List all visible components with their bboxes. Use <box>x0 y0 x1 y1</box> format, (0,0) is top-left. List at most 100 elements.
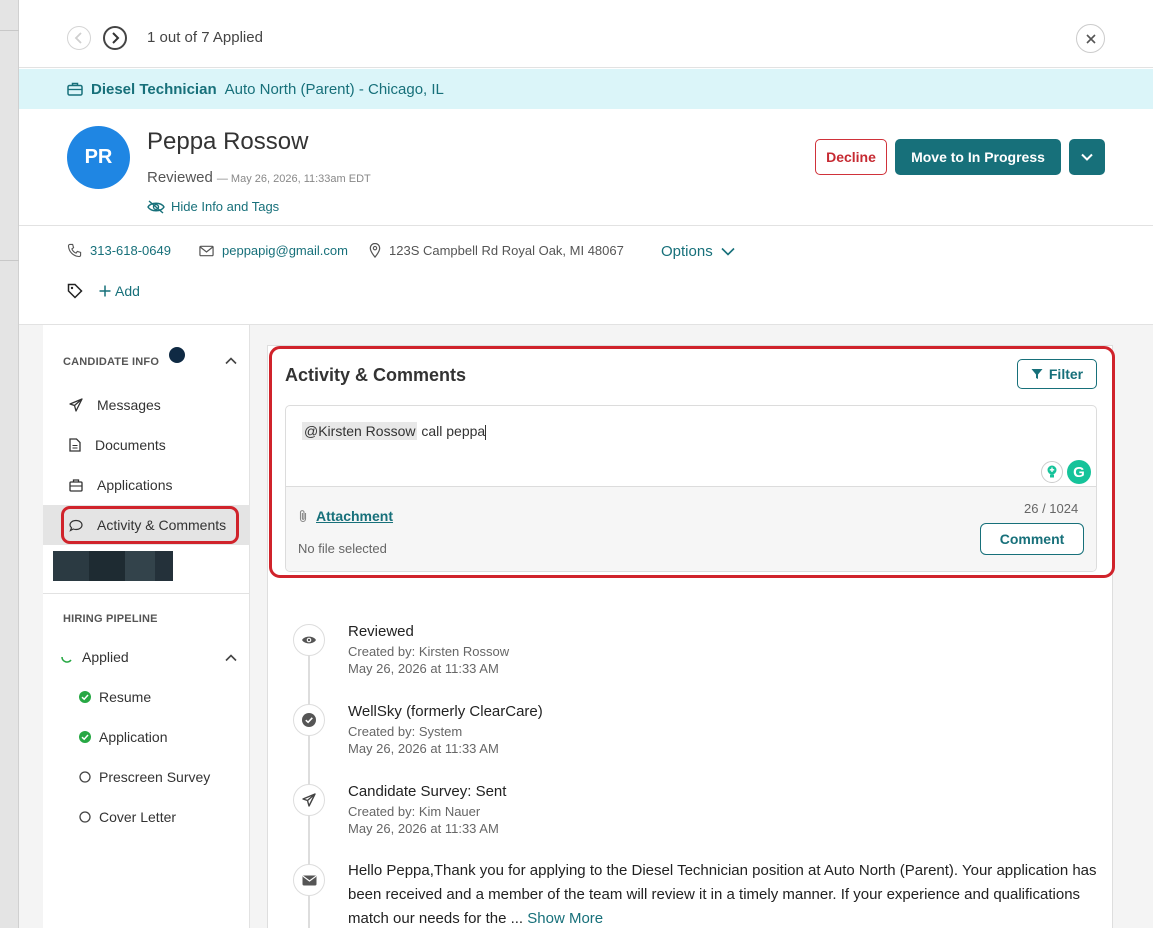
comment-body-text: call peppa <box>417 423 486 439</box>
paper-plane-icon <box>293 784 325 816</box>
comment-submit-button[interactable]: Comment <box>980 523 1084 555</box>
decline-button[interactable]: Decline <box>815 139 887 175</box>
pipeline-step-application[interactable]: Application <box>79 729 168 745</box>
address-text: 123S Campbell Rd Royal Oak, MI 48067 <box>389 243 624 258</box>
candidate-sidebar: CANDIDATE INFO Messages Documents Applic… <box>43 325 250 928</box>
redacted-block <box>53 551 173 581</box>
status-label: Reviewed <box>147 169 213 186</box>
composer-footer: Attachment No file selected 26 / 1024 Co… <box>286 486 1096 571</box>
pipeline-step-label: Application <box>99 729 168 745</box>
pipeline-stage-applied[interactable]: Applied <box>60 649 129 665</box>
entry-title: WellSky (formerly ClearCare) <box>348 703 543 720</box>
candidate-info-heading: CANDIDATE INFO <box>63 356 160 368</box>
previous-candidate-button[interactable] <box>67 26 91 50</box>
entry-date: May 26, 2026 at 11:33 AM <box>348 821 499 836</box>
sidebar-item-label: Activity & Comments <box>97 517 227 533</box>
map-pin-icon <box>369 243 381 258</box>
entry-title: Reviewed <box>348 623 414 640</box>
entry-date: May 26, 2026 at 11:33 AM <box>348 741 499 756</box>
sidebar-item-applications[interactable]: Applications <box>43 465 250 505</box>
sidebar-item-label: Documents <box>95 437 166 453</box>
hide-info-label: Hide Info and Tags <box>171 199 280 214</box>
check-circle-icon <box>79 731 91 743</box>
paper-plane-icon <box>69 398 83 412</box>
close-button[interactable] <box>1076 24 1105 53</box>
grammarly-widget[interactable]: G <box>1041 458 1095 486</box>
candidate-counter: 1 out of 7 Applied <box>147 29 263 46</box>
entry-creator: Created by: Kim Nauer <box>348 804 481 819</box>
check-circle-icon <box>293 704 325 736</box>
eye-slash-icon <box>147 199 165 214</box>
chevron-up-icon[interactable] <box>225 654 237 662</box>
entry-creator: Created by: Kirsten Rossow <box>348 644 510 659</box>
briefcase-icon <box>69 478 83 492</box>
timeline-entry: Candidate Survey: Sent Created by: Kim N… <box>348 783 506 836</box>
hiring-pipeline-heading: HIRING PIPELINE <box>63 613 158 625</box>
comment-input[interactable]: @Kirsten Rossow call peppa <box>302 422 487 440</box>
notification-dot <box>169 347 185 363</box>
move-to-in-progress-button[interactable]: Move to In Progress <box>895 139 1061 175</box>
sidebar-item-documents[interactable]: Documents <box>43 425 250 465</box>
tag-icon <box>67 283 83 299</box>
phone-text: 313-618-0649 <box>90 243 171 258</box>
pipeline-step-label: Resume <box>99 689 152 705</box>
next-candidate-button[interactable] <box>103 26 127 50</box>
filter-icon <box>1031 369 1043 379</box>
mention-tag: @Kirsten Rossow <box>302 422 418 440</box>
sidebar-item-label: Applications <box>97 477 173 493</box>
candidate-status: Reviewed — May 26, 2026, 11:33am EDT <box>147 169 371 186</box>
sidebar-item-activity-comments[interactable]: Activity & Comments <box>43 505 250 545</box>
email-link[interactable]: peppapig@gmail.com <box>199 243 348 258</box>
candidate-body: CANDIDATE INFO Messages Documents Applic… <box>19 325 1153 928</box>
empty-circle-icon <box>79 771 91 783</box>
add-tag-label: Add <box>115 283 140 299</box>
close-icon <box>1085 33 1096 44</box>
no-file-text: No file selected <box>298 541 387 556</box>
email-text: peppapig@gmail.com <box>222 243 348 258</box>
document-icon <box>69 438 81 452</box>
hide-info-toggle[interactable]: Hide Info and Tags <box>147 199 279 214</box>
candidate-name: Peppa Rossow <box>147 128 309 155</box>
job-title-link[interactable]: Diesel Technician <box>91 81 217 98</box>
job-location: Auto North (Parent) - Chicago, IL <box>224 80 444 98</box>
paperclip-icon <box>299 510 307 523</box>
pipeline-step-prescreen-survey[interactable]: Prescreen Survey <box>79 769 210 785</box>
show-more-link[interactable]: Show More <box>527 910 603 927</box>
status-timestamp: — May 26, 2026, 11:33am EDT <box>216 173 371 185</box>
job-banner: Diesel Technician Auto North (Parent) - … <box>19 69 1153 109</box>
attachment-link[interactable]: Attachment <box>298 508 393 524</box>
envelope-icon <box>293 864 325 896</box>
options-label: Options <box>661 243 713 260</box>
plus-icon <box>99 285 111 297</box>
empty-circle-icon <box>79 811 91 823</box>
options-dropdown[interactable]: Options <box>661 243 735 260</box>
attachment-label: Attachment <box>316 508 394 524</box>
sidebar-item-messages[interactable]: Messages <box>43 385 250 425</box>
briefcase-icon <box>67 82 83 96</box>
address-info: 123S Campbell Rd Royal Oak, MI 48067 <box>369 243 624 258</box>
grammarly-logo-icon[interactable]: G <box>1067 460 1091 484</box>
timeline-entry: Reviewed Created by: Kirsten Rossow May … <box>348 623 509 676</box>
character-count: 26 / 1024 <box>1024 501 1079 516</box>
filter-button[interactable]: Filter <box>1017 359 1097 389</box>
eye-icon <box>293 624 325 656</box>
pipeline-step-cover-letter[interactable]: Cover Letter <box>79 809 176 825</box>
lightbulb-icon[interactable] <box>1041 461 1063 483</box>
chevron-left-icon <box>74 32 82 44</box>
pipeline-step-resume[interactable]: Resume <box>79 689 151 705</box>
more-actions-dropdown-button[interactable] <box>1069 139 1105 175</box>
add-tag-button[interactable]: Add <box>99 283 140 299</box>
pipeline-stage-label: Applied <box>82 649 129 665</box>
activity-comments-card: Activity & Comments Filter @Kirsten Ross… <box>267 345 1113 928</box>
chevron-down-icon <box>721 247 735 256</box>
background-page <box>0 0 19 928</box>
progress-spinner-icon <box>61 656 72 663</box>
chevron-down-icon <box>1081 153 1093 161</box>
chevron-up-icon[interactable] <box>225 357 237 365</box>
filter-label: Filter <box>1048 366 1084 382</box>
avatar: PR <box>67 126 130 189</box>
phone-link[interactable]: 313-618-0649 <box>67 243 171 258</box>
check-circle-icon <box>79 691 91 703</box>
entry-creator: Created by: System <box>348 724 463 739</box>
entry-date: May 26, 2026 at 11:33 AM <box>348 661 499 676</box>
